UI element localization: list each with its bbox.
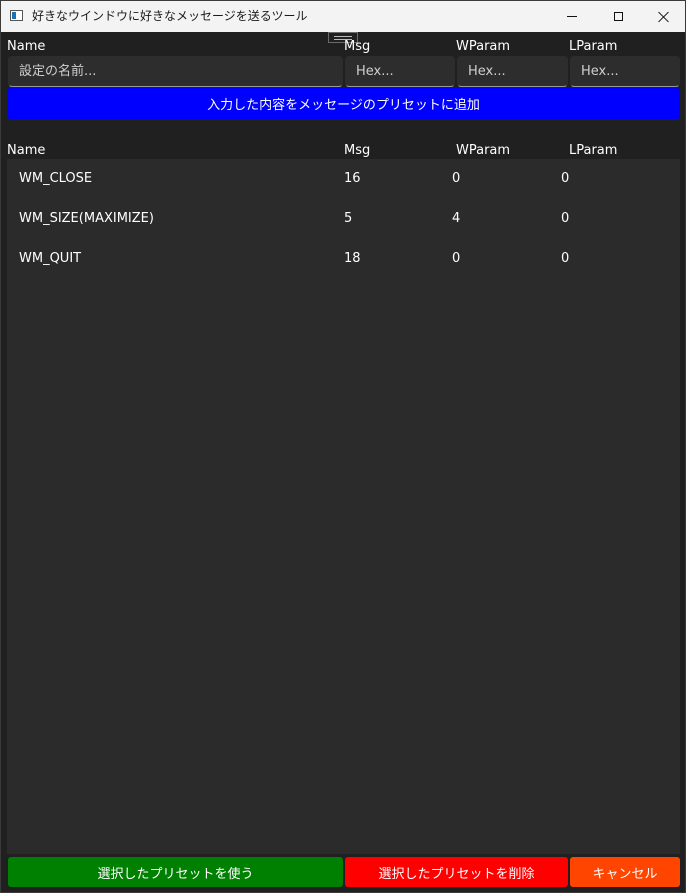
delete-preset-button[interactable]: 選択したプリセットを削除 — [345, 857, 568, 887]
form-header-msg: Msg — [344, 39, 371, 54]
preset-msg: 5 — [344, 211, 353, 226]
preset-name: WM_QUIT — [19, 251, 82, 266]
form-header-wparam: WParam — [456, 39, 511, 54]
preset-wparam: 4 — [452, 211, 461, 226]
title-bar[interactable]: 好きなウインドウに好きなメッセージを送るツール — [1, 1, 685, 32]
form-header-name: Name — [7, 39, 46, 54]
close-icon — [658, 11, 670, 23]
wparam-input[interactable] — [457, 56, 568, 87]
list-header-lparam: LParam — [569, 143, 618, 158]
preset-msg: 18 — [344, 251, 361, 266]
preset-msg: 16 — [344, 171, 361, 186]
preset-lparam: 0 — [561, 171, 570, 186]
list-header-wparam: WParam — [456, 143, 511, 158]
app-window-icon — [10, 10, 23, 21]
maximize-button[interactable] — [595, 1, 641, 32]
preset-wparam: 0 — [452, 251, 461, 266]
use-preset-button[interactable]: 選択したプリセットを使う — [8, 857, 343, 887]
list-header-msg: Msg — [344, 143, 371, 158]
list-header-name: Name — [7, 143, 46, 158]
window-title: 好きなウインドウに好きなメッセージを送るツール — [32, 9, 308, 23]
list-item[interactable]: WM_QUIT 18 0 0 — [7, 239, 680, 279]
form-header-lparam: LParam — [569, 39, 618, 54]
preset-list[interactable]: WM_CLOSE 16 0 0 WM_SIZE(MAXIMIZE) 5 4 0 … — [7, 159, 680, 854]
list-item[interactable]: WM_SIZE(MAXIMIZE) 5 4 0 — [7, 199, 680, 239]
list-item[interactable]: WM_CLOSE 16 0 0 — [7, 159, 680, 199]
preset-lparam: 0 — [561, 251, 570, 266]
preset-name: WM_SIZE(MAXIMIZE) — [19, 211, 154, 226]
add-preset-button[interactable]: 入力した内容をメッセージのプリセットに追加 — [7, 88, 680, 119]
minimize-button[interactable] — [549, 1, 595, 32]
msg-input[interactable] — [345, 56, 455, 87]
maximize-icon — [613, 12, 623, 21]
lparam-input[interactable] — [570, 56, 680, 87]
preset-wparam: 0 — [452, 171, 461, 186]
preset-name-input[interactable] — [8, 56, 343, 87]
cancel-button[interactable]: キャンセル — [570, 857, 680, 887]
main-window: 好きなウインドウに好きなメッセージを送るツール Name Msg WParam … — [0, 0, 686, 893]
preset-name: WM_CLOSE — [19, 171, 93, 186]
close-button[interactable] — [641, 1, 686, 32]
preset-lparam: 0 — [561, 211, 570, 226]
minimize-icon — [567, 16, 577, 17]
